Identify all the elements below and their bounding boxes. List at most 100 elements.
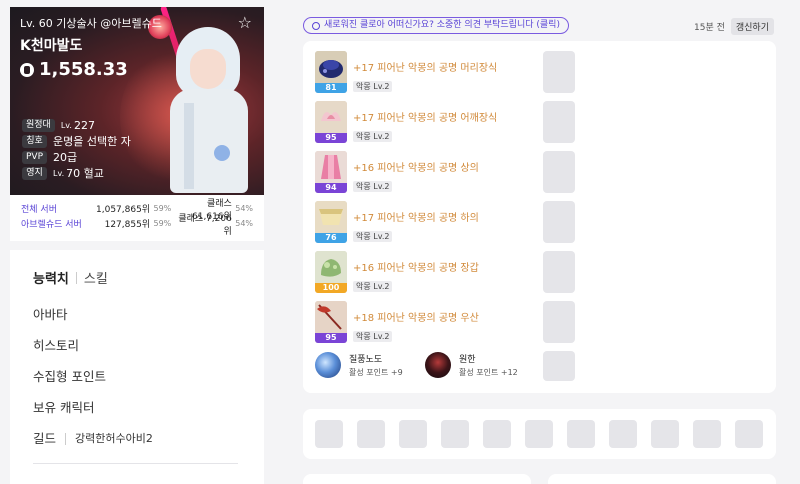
- grudge-rune-icon: [425, 352, 451, 378]
- equipment-set-tag: 악몽 Lv.2: [353, 281, 393, 292]
- equipment-thumbnail: 95: [315, 101, 347, 143]
- ranking-box: 전체 서버 1,057,865위 59% 클래스 61,616위 54% 아브렐…: [10, 195, 264, 241]
- accessory-slot[interactable]: [543, 101, 575, 143]
- equipment-name: +16 피어난 악몽의 공명 장갑: [353, 263, 479, 274]
- item-quality: 76: [315, 233, 347, 243]
- gem-slot[interactable]: [735, 420, 763, 448]
- character-name: K천마발도: [20, 38, 83, 54]
- rank-row-server: 아브렐슈드 서버 127,855위 59% 클래스 7,206위 54%: [21, 213, 254, 237]
- menu-item-avatar[interactable]: 아바타: [33, 299, 241, 330]
- accessory-slot[interactable]: [543, 351, 575, 381]
- updated-time: 15분 전: [694, 23, 725, 33]
- wind-rune-icon: [315, 352, 341, 378]
- menu-tabs: 능력치 스킬: [33, 268, 241, 287]
- gem-slot[interactable]: [609, 420, 637, 448]
- equipment-name: +18 피어난 악몽의 공명 우산: [353, 313, 479, 324]
- favorite-star-icon[interactable]: ☆: [238, 13, 252, 32]
- gem-slot[interactable]: [651, 420, 679, 448]
- accessory-slot[interactable]: [543, 51, 575, 93]
- equipment-set-tag: 악몽 Lv.2: [353, 131, 393, 142]
- stat-pvp: PVP 20급: [22, 149, 131, 165]
- bottom-card-right: [548, 474, 776, 484]
- character-header: Lv. 60 기상술사 @아브렐슈드: [20, 17, 162, 30]
- equipment-item-gloves[interactable]: 100 +16 피어난 악몽의 공명 장갑 악몽 Lv.2: [315, 251, 479, 295]
- accessory-slot[interactable]: [543, 251, 575, 293]
- bottom-card-left: [303, 474, 531, 484]
- equipment-name: +17 피어난 악몽의 공명 머리장식: [353, 63, 498, 74]
- character-profile-card: Lv. 60 기상술사 @아브렐슈드 ☆ K천마발도 1,558.33 원정대 …: [10, 7, 264, 195]
- accessory-slot[interactable]: [543, 151, 575, 193]
- tab-skills[interactable]: 스킬: [84, 268, 108, 287]
- equipment-name: +17 피어난 악몽의 공명 하의: [353, 213, 479, 224]
- character-panel: Lv. 60 기상술사 @아브렐슈드 ☆ K천마발도 1,558.33 원정대 …: [10, 7, 264, 484]
- item-quality: 95: [315, 133, 347, 143]
- equipment-thumbnail: 81: [315, 51, 347, 93]
- top-armor-icon: [315, 151, 347, 183]
- gem-slots-card: [303, 409, 776, 459]
- equipment-thumbnail: 95: [315, 301, 347, 343]
- guild-name: 강력한허수아비2: [75, 432, 153, 445]
- equipment-card: 81 +17 피어난 악몽의 공명 머리장식 악몽 Lv.2 95 +17 피어…: [303, 41, 776, 393]
- menu-item-history[interactable]: 히스토리: [33, 330, 241, 361]
- equipment-item-shoulder[interactable]: 95 +17 피어난 악몽의 공명 어깨장식 악몽 Lv.2: [315, 101, 497, 145]
- guild-divider: [65, 432, 67, 445]
- tab-stats[interactable]: 능력치: [33, 268, 69, 287]
- equipment-set-tag: 악몽 Lv.2: [353, 181, 393, 192]
- menu-item-guild[interactable]: 길드 강력한허수아비2: [33, 423, 241, 454]
- gem-slot[interactable]: [399, 420, 427, 448]
- equipment-item-weapon[interactable]: 95 +18 피어난 악몽의 공명 우산 악몽 Lv.2: [315, 301, 479, 345]
- rune-points: 활성 포인트 +9: [349, 368, 403, 377]
- stat-expedition: 원정대 Lv. 227: [22, 117, 131, 133]
- menu-item-characters[interactable]: 보유 캐릭터: [33, 392, 241, 423]
- item-quality: 100: [315, 283, 347, 293]
- equipment-item-top[interactable]: 94 +16 피어난 악몽의 공명 상의 악몽 Lv.2: [315, 151, 479, 195]
- accessory-slot[interactable]: [543, 201, 575, 243]
- rune-points: 활성 포인트 +12: [459, 368, 518, 377]
- bottom-armor-icon: [315, 201, 347, 233]
- gem-slot[interactable]: [693, 420, 721, 448]
- equipment-thumbnail: 100: [315, 251, 347, 293]
- equipment-item-bottom[interactable]: 76 +17 피어난 악몽의 공명 하의 악몽 Lv.2: [315, 201, 479, 245]
- item-quality: 95: [315, 333, 347, 343]
- equipment-thumbnail: 76: [315, 201, 347, 243]
- feedback-notice[interactable]: 새로워진 클로아 어떠신가요? 소중한 의견 부탁드립니다 (클릭): [303, 17, 569, 34]
- rune-name: 질풍노도: [349, 355, 383, 365]
- gem-slot[interactable]: [483, 420, 511, 448]
- combat-power: 1,558.33: [20, 59, 128, 80]
- lightbulb-icon: [312, 21, 320, 30]
- equipment-set-tag: 악몽 Lv.2: [353, 231, 393, 242]
- equipment-item-helm[interactable]: 81 +17 피어난 악몽의 공명 머리장식 악몽 Lv.2: [315, 51, 497, 95]
- update-status: 15분 전 갱신하기: [694, 18, 774, 35]
- gem-slot[interactable]: [441, 420, 469, 448]
- equipment-name: +17 피어난 악몽의 공명 어깨장식: [353, 113, 498, 124]
- stat-estate: 영지 Lv. 70 혈교: [22, 165, 131, 181]
- umbrella-icon: [315, 301, 347, 333]
- menu-item-collectibles[interactable]: 수집형 포인트: [33, 361, 241, 392]
- glove-icon: [315, 251, 347, 283]
- rune-grudge[interactable]: 원한 활성 포인트 +12: [425, 352, 518, 378]
- item-quality: 81: [315, 83, 347, 93]
- character-menu: 능력치 스킬 아바타 히스토리 수집형 포인트 보유 캐릭터 길드 강력한허수아…: [10, 250, 264, 484]
- gem-slot[interactable]: [525, 420, 553, 448]
- rune-name: 원한: [459, 355, 476, 365]
- menu-divider: [33, 463, 238, 464]
- combat-power-value: 1,558.33: [39, 59, 128, 80]
- equipment-set-tag: 악몽 Lv.2: [353, 81, 393, 92]
- gem-slot[interactable]: [567, 420, 595, 448]
- stat-title: 칭호 운명을 선택한 자: [22, 133, 131, 149]
- tab-divider: [75, 271, 77, 284]
- gem-slot[interactable]: [315, 420, 343, 448]
- refresh-button[interactable]: 갱신하기: [730, 18, 774, 35]
- character-illustration: [162, 27, 258, 195]
- character-stats: 원정대 Lv. 227 칭호 운명을 선택한 자 PVP 20급 영지 Lv. …: [22, 117, 131, 181]
- feedback-notice-text: 새로워진 클로아 어떠신가요? 소중한 의견 부탁드립니다 (클릭): [324, 20, 560, 30]
- shoulder-icon: [315, 101, 347, 133]
- helm-icon: [315, 51, 347, 83]
- equipment-set-tag: 악몽 Lv.2: [353, 331, 393, 342]
- accessory-slot[interactable]: [543, 301, 575, 343]
- equipment-thumbnail: 94: [315, 151, 347, 193]
- item-quality: 94: [315, 183, 347, 193]
- gem-slot[interactable]: [357, 420, 385, 448]
- rune-gale[interactable]: 질풍노도 활성 포인트 +9: [315, 352, 403, 378]
- equipment-name: +16 피어난 악몽의 공명 상의: [353, 163, 479, 174]
